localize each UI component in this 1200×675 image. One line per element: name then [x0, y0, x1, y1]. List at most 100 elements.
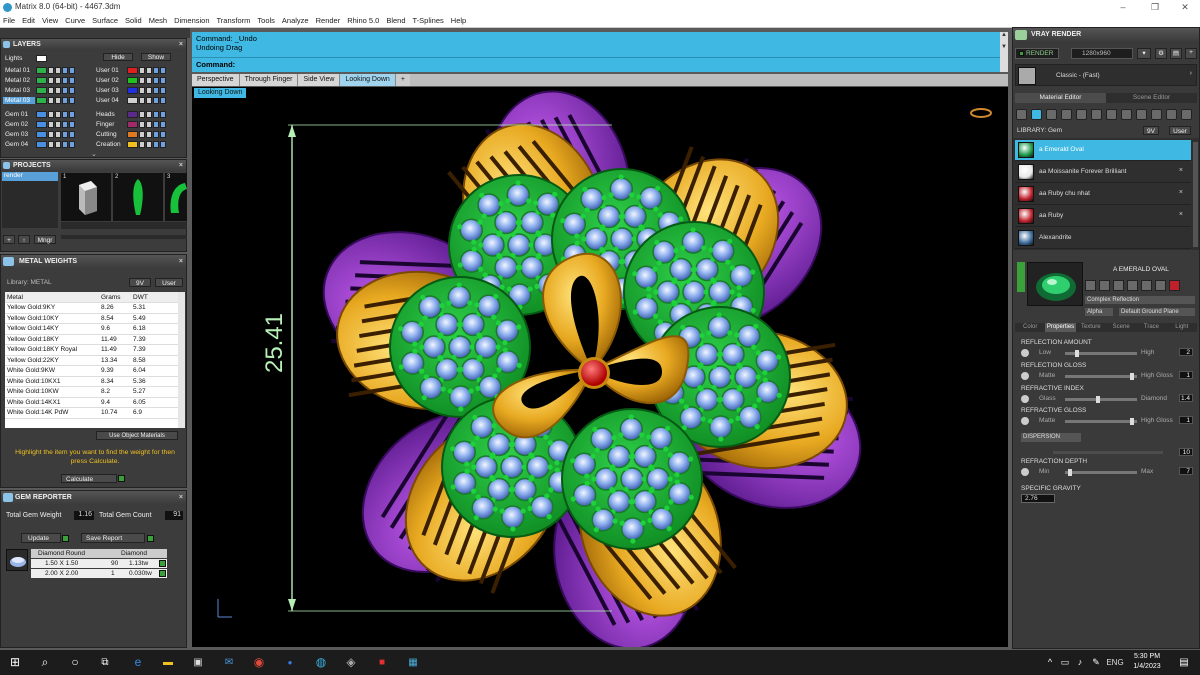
layer-visible-icon[interactable] [146, 130, 152, 138]
resolution-dropdown[interactable]: ▾ [1137, 48, 1151, 59]
command-input[interactable]: Command: [192, 57, 1000, 70]
material-tool-icon[interactable] [1091, 109, 1102, 120]
layer-lock-icon[interactable] [139, 86, 145, 94]
layer-on-icon[interactable] [62, 110, 68, 118]
refraction-depth-slider[interactable] [1065, 469, 1137, 476]
layer-name[interactable]: Gem 02 [3, 121, 35, 128]
photos-icon[interactable]: ▦ [405, 655, 421, 670]
menu-tools[interactable]: Tools [257, 14, 275, 27]
metal-table-scrollbar[interactable] [178, 292, 185, 428]
layer-lock-icon[interactable] [139, 76, 145, 84]
layer-name[interactable]: User 01 [94, 67, 126, 74]
menu-transform[interactable]: Transform [217, 14, 251, 27]
layer-name[interactable]: Metal 01 [3, 67, 35, 74]
layer-color-swatch[interactable] [36, 86, 47, 94]
table-row[interactable]: White Gold:9KW 9.39 6.04 [5, 365, 185, 377]
reset-icon[interactable] [1021, 349, 1029, 357]
table-row[interactable]: Yellow Gold:18KY Royal 11.49 7.39 [5, 344, 185, 356]
layer-row[interactable]: Metal 03 [3, 95, 75, 105]
layer-row[interactable]: Gem 04 [3, 139, 75, 149]
layer-name[interactable]: Gem 03 [3, 131, 35, 138]
menu-dimension[interactable]: Dimension [174, 14, 209, 27]
slider-thumb[interactable] [1129, 373, 1134, 380]
layer-on-icon[interactable] [153, 140, 159, 148]
layer-row[interactable]: Gem 02 [3, 119, 75, 129]
material-list-scrollbar[interactable] [1193, 142, 1198, 247]
command-scrollbar[interactable]: ▲ ▼ [1000, 32, 1008, 72]
render-button[interactable]: RENDER [1015, 48, 1059, 59]
material-tool-icon[interactable] [1106, 109, 1117, 120]
layer-lock-icon[interactable] [48, 140, 54, 148]
layer-visible-icon[interactable] [146, 76, 152, 84]
layer-visible-icon[interactable] [55, 130, 61, 138]
zoom-icon[interactable]: ● [282, 655, 298, 670]
up-button[interactable]: ↑ [18, 235, 30, 244]
preview-tool-icon[interactable] [1099, 280, 1110, 291]
table-row[interactable]: White Gold:14K PdW 10.74 6.9 [5, 407, 185, 419]
tab-prop-scene[interactable]: Scene [1105, 323, 1137, 332]
close-icon[interactable]: × [179, 255, 183, 269]
layer-row[interactable]: Creation [94, 139, 166, 149]
save-report-go-icon[interactable] [147, 535, 154, 542]
reflection-amount-slider[interactable] [1065, 350, 1137, 357]
refractive-index-slider[interactable] [1065, 396, 1137, 403]
render-folder-icon[interactable]: ▤ [1170, 48, 1182, 59]
table-row[interactable]: White Gold:10KW 8.2 5.27 [5, 386, 185, 398]
layer-select-icon[interactable] [69, 66, 75, 74]
menu-curve[interactable]: Curve [65, 14, 85, 27]
layer-row[interactable]: User 03 [94, 85, 166, 95]
menu-view[interactable]: View [42, 14, 58, 27]
layer-visible-icon[interactable] [146, 96, 152, 104]
preview-tool-icon[interactable] [1127, 280, 1138, 291]
render-add-icon[interactable]: + [1185, 48, 1197, 59]
reflection-gloss-slider[interactable] [1065, 373, 1137, 380]
layer-row[interactable]: User 04 [94, 95, 166, 105]
close-icon[interactable]: × [179, 160, 183, 171]
close-icon[interactable]: × [179, 39, 183, 50]
layer-on-icon[interactable] [62, 130, 68, 138]
dispersion-toggle[interactable]: DISPERSION [1021, 433, 1081, 442]
gem-lib-user-button[interactable]: User [1169, 126, 1191, 135]
layer-visible-icon[interactable] [146, 86, 152, 94]
material-tool-icon[interactable] [1046, 109, 1057, 120]
layer-color-swatch[interactable] [36, 140, 47, 148]
refractive-index-value[interactable]: 1.4 [1179, 394, 1193, 402]
project-scrollbar[interactable] [61, 235, 187, 239]
layer-color-swatch[interactable] [127, 66, 138, 74]
layer-visible-icon[interactable] [146, 120, 152, 128]
layer-visible-icon[interactable] [55, 66, 61, 74]
tab-perspective[interactable]: Perspective [192, 74, 240, 86]
preview-collapse-button[interactable] [1017, 262, 1025, 292]
jewelry-model[interactable]: 25.41 [192, 87, 1008, 647]
layer-visible-icon[interactable] [146, 66, 152, 74]
material-tool-icon[interactable] [1061, 109, 1072, 120]
metal-lib-9v-button[interactable]: 9V [129, 278, 151, 287]
notifications-icon[interactable]: ▤ [1176, 655, 1192, 670]
layer-select-icon[interactable] [160, 130, 166, 138]
layer-color-swatch[interactable] [127, 110, 138, 118]
specific-gravity-value[interactable]: 2.76 [1021, 494, 1055, 503]
dispersion-value[interactable]: 10 [1179, 448, 1193, 456]
layer-visible-icon[interactable] [146, 140, 152, 148]
layer-row[interactable]: User 02 [94, 75, 166, 85]
store-icon[interactable]: ▣ [190, 655, 206, 670]
layer-on-icon[interactable] [62, 140, 68, 148]
layer-color-swatch[interactable] [127, 130, 138, 138]
layer-visible-icon[interactable] [55, 76, 61, 84]
search-icon[interactable]: ⌕ [37, 655, 53, 670]
layer-color-swatch[interactable] [127, 140, 138, 148]
complex-reflection-select[interactable]: Complex Reflection [1085, 296, 1195, 304]
material-tool-icon[interactable] [1076, 109, 1087, 120]
material-tool-icon[interactable] [1031, 109, 1042, 120]
chevron-down-icon[interactable]: › [1190, 70, 1192, 77]
layer-select-icon[interactable] [69, 140, 75, 148]
layer-on-icon[interactable] [153, 130, 159, 138]
layer-name[interactable]: Metal 03 [3, 96, 35, 104]
slider-thumb[interactable] [1068, 469, 1073, 476]
layer-on-icon[interactable] [62, 76, 68, 84]
layer-row[interactable]: Finger [94, 119, 166, 129]
layer-on-icon[interactable] [62, 96, 68, 104]
menu-rhino[interactable]: Rhino 5.0 [347, 14, 379, 27]
layer-lock-icon[interactable] [139, 66, 145, 74]
layer-name[interactable]: User 04 [94, 97, 126, 104]
